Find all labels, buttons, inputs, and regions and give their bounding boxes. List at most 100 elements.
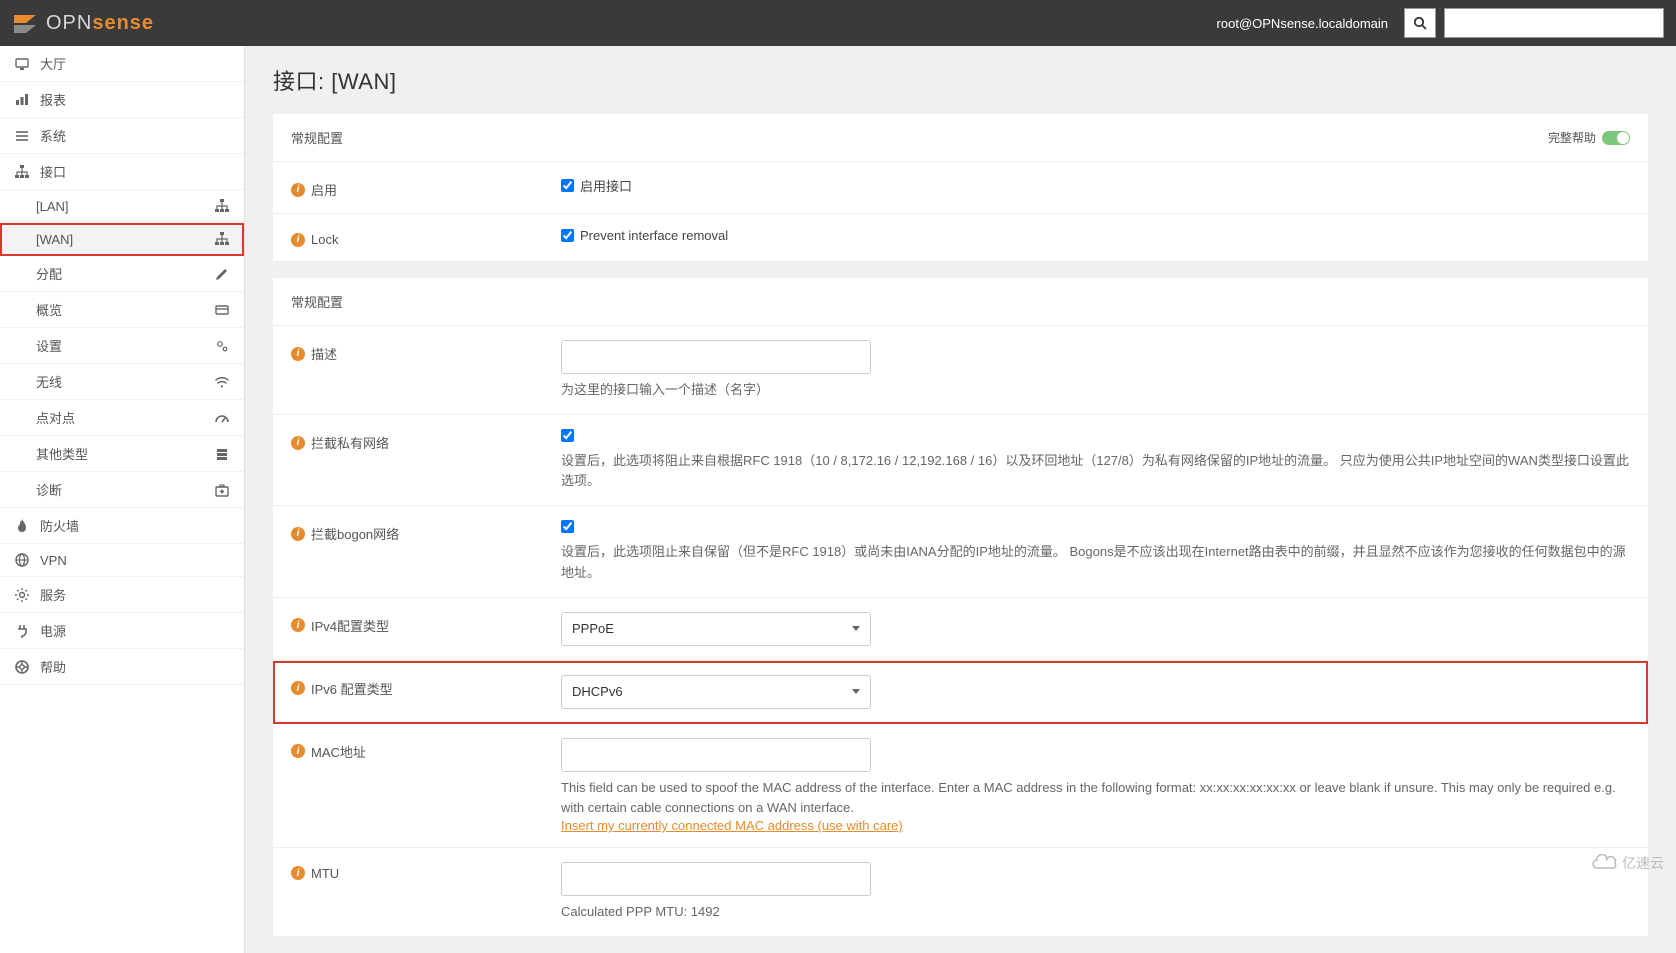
sidebar-item-lan[interactable]: [LAN] (0, 190, 244, 223)
panel-general-2: 常规配置 i 描述 为这里的接口输入一个描述（名字） i拦截私有网络 设置后，此选… (273, 278, 1648, 937)
field-label: Lock (311, 232, 338, 247)
sidebar-item-lobby[interactable]: 大厅 (0, 46, 244, 82)
logo[interactable]: OPNsense (12, 11, 154, 35)
globe-icon (14, 552, 30, 568)
description-input[interactable] (561, 340, 871, 374)
sidebar-item-label: 其他类型 (36, 444, 88, 463)
cloud-icon (1590, 854, 1618, 872)
watermark-text: 亿速云 (1622, 853, 1664, 873)
panel-title: 常规配置 (291, 292, 343, 311)
sidebar: 大厅 报表 系统 接口 [LAN] [WAN] 分配 概览 设置 无线 点对点 … (0, 46, 245, 953)
full-help-toggle[interactable] (1602, 131, 1630, 145)
sidebar-item-label: 分配 (36, 264, 62, 283)
enable-checkbox[interactable] (561, 179, 574, 192)
sidebar-item-other-types[interactable]: 其他类型 (0, 436, 244, 472)
sidebar-item-services[interactable]: 服务 (0, 577, 244, 613)
gauge-icon (214, 410, 230, 426)
info-icon[interactable]: i (291, 618, 305, 632)
row-mtu: iMTU Calculated PPP MTU: 1492 (273, 848, 1648, 937)
sidebar-item-interfaces[interactable]: 接口 (0, 154, 244, 190)
lock-checkbox-line[interactable]: Prevent interface removal (561, 228, 1630, 243)
field-label: 描述 (311, 344, 337, 363)
sitemap-icon (214, 231, 230, 247)
mac-input[interactable] (561, 738, 871, 772)
user-label[interactable]: root@OPNsense.localdomain (1217, 16, 1396, 31)
sidebar-item-wireless[interactable]: 无线 (0, 364, 244, 400)
info-icon[interactable]: i (291, 866, 305, 880)
sidebar-item-ptp[interactable]: 点对点 (0, 400, 244, 436)
ipv6-type-select[interactable]: DHCPv6 (561, 675, 871, 709)
block-bogon-checkbox[interactable] (561, 520, 574, 533)
row-enable: i 启用 启用接口 (273, 162, 1648, 214)
panel-general-1: 常规配置 完整帮助 i启用 启用接口 iLock Prevent interfa… (273, 114, 1648, 262)
row-mac: iMAC地址 This field can be used to spoof t… (273, 724, 1648, 848)
info-icon[interactable]: i (291, 233, 305, 247)
help-text: 为这里的接口输入一个描述（名字） (561, 380, 1630, 400)
lock-checkbox[interactable] (561, 229, 574, 242)
row-block-private: i拦截私有网络 设置后，此选项将阻止来自根据RFC 1918（10 / 8,17… (273, 415, 1648, 506)
search-input[interactable] (1444, 8, 1664, 38)
sidebar-item-wan[interactable]: [WAN] (0, 223, 244, 256)
sidebar-item-help[interactable]: 帮助 (0, 649, 244, 685)
top-bar: OPNsense root@OPNsense.localdomain (0, 0, 1676, 46)
info-icon[interactable]: i (291, 681, 305, 695)
search-icon (1412, 15, 1428, 31)
sidebar-item-system[interactable]: 系统 (0, 118, 244, 154)
sidebar-item-diagnostics[interactable]: 诊断 (0, 472, 244, 508)
sidebar-item-overview[interactable]: 概览 (0, 292, 244, 328)
checkbox-label: Prevent interface removal (580, 228, 728, 243)
life-ring-icon (14, 659, 30, 675)
info-icon[interactable]: i (291, 436, 305, 450)
sidebar-item-label: 系统 (40, 126, 66, 145)
field-label: IPv6 配置类型 (311, 679, 393, 698)
row-block-bogon: i拦截bogon网络 设置后，此选项阻止来自保留（但不是RFC 1918）或尚未… (273, 506, 1648, 597)
info-icon[interactable]: i (291, 347, 305, 361)
sidebar-item-label: [LAN] (36, 199, 69, 214)
sidebar-item-label: 防火墙 (40, 516, 79, 535)
row-lock: i Lock Prevent interface removal (273, 214, 1648, 262)
sidebar-item-label: 概览 (36, 300, 62, 319)
cogs-icon (214, 338, 230, 354)
sidebar-item-reports[interactable]: 报表 (0, 82, 244, 118)
page-title: 接口: [WAN] (273, 64, 1648, 96)
sidebar-item-label: 电源 (40, 621, 66, 640)
sidebar-item-settings[interactable]: 设置 (0, 328, 244, 364)
info-icon[interactable]: i (291, 527, 305, 541)
sidebar-item-firewall[interactable]: 防火墙 (0, 508, 244, 544)
ipv4-type-select[interactable]: PPPoE (561, 612, 871, 646)
sidebar-item-label: 报表 (40, 90, 66, 109)
fire-icon (14, 518, 30, 534)
stack-icon (214, 446, 230, 462)
main-content: 接口: [WAN] 常规配置 完整帮助 i启用 启用接口 iLock Preve… (245, 46, 1676, 953)
select-value: DHCPv6 (572, 684, 623, 699)
info-icon[interactable]: i (291, 183, 305, 197)
mac-insert-link[interactable]: Insert my currently connected MAC addres… (561, 818, 903, 833)
sidebar-item-label: [WAN] (36, 232, 73, 247)
panel-title: 常规配置 (291, 128, 343, 147)
sidebar-item-label: 诊断 (36, 480, 62, 499)
sidebar-item-label: 服务 (40, 585, 66, 604)
sidebar-item-assignments[interactable]: 分配 (0, 256, 244, 292)
medkit-icon (214, 482, 230, 498)
chevron-down-icon (852, 689, 860, 694)
sidebar-item-vpn[interactable]: VPN (0, 544, 244, 577)
enable-checkbox-line[interactable]: 启用接口 (561, 176, 1630, 195)
sitemap-icon (14, 164, 30, 180)
info-icon[interactable]: i (291, 744, 305, 758)
plug-icon (14, 623, 30, 639)
checkbox-label: 启用接口 (580, 176, 632, 195)
panel-header: 常规配置 (273, 278, 1648, 326)
block-private-checkbox[interactable] (561, 429, 574, 442)
field-label: 启用 (311, 180, 337, 199)
row-description: i 描述 为这里的接口输入一个描述（名字） (273, 326, 1648, 415)
field-label: IPv4配置类型 (311, 616, 389, 635)
mtu-input[interactable] (561, 862, 871, 896)
search-button[interactable] (1404, 8, 1436, 38)
row-ipv4-type: i IPv4配置类型 PPPoE (273, 598, 1648, 661)
row-ipv6-type: i IPv6 配置类型 DHCPv6 (273, 661, 1648, 724)
sidebar-item-power[interactable]: 电源 (0, 613, 244, 649)
sidebar-item-label: 大厅 (40, 54, 66, 73)
chevron-down-icon (852, 626, 860, 631)
help-text: Calculated PPP MTU: 1492 (561, 902, 1630, 922)
sidebar-item-label: 设置 (36, 336, 62, 355)
